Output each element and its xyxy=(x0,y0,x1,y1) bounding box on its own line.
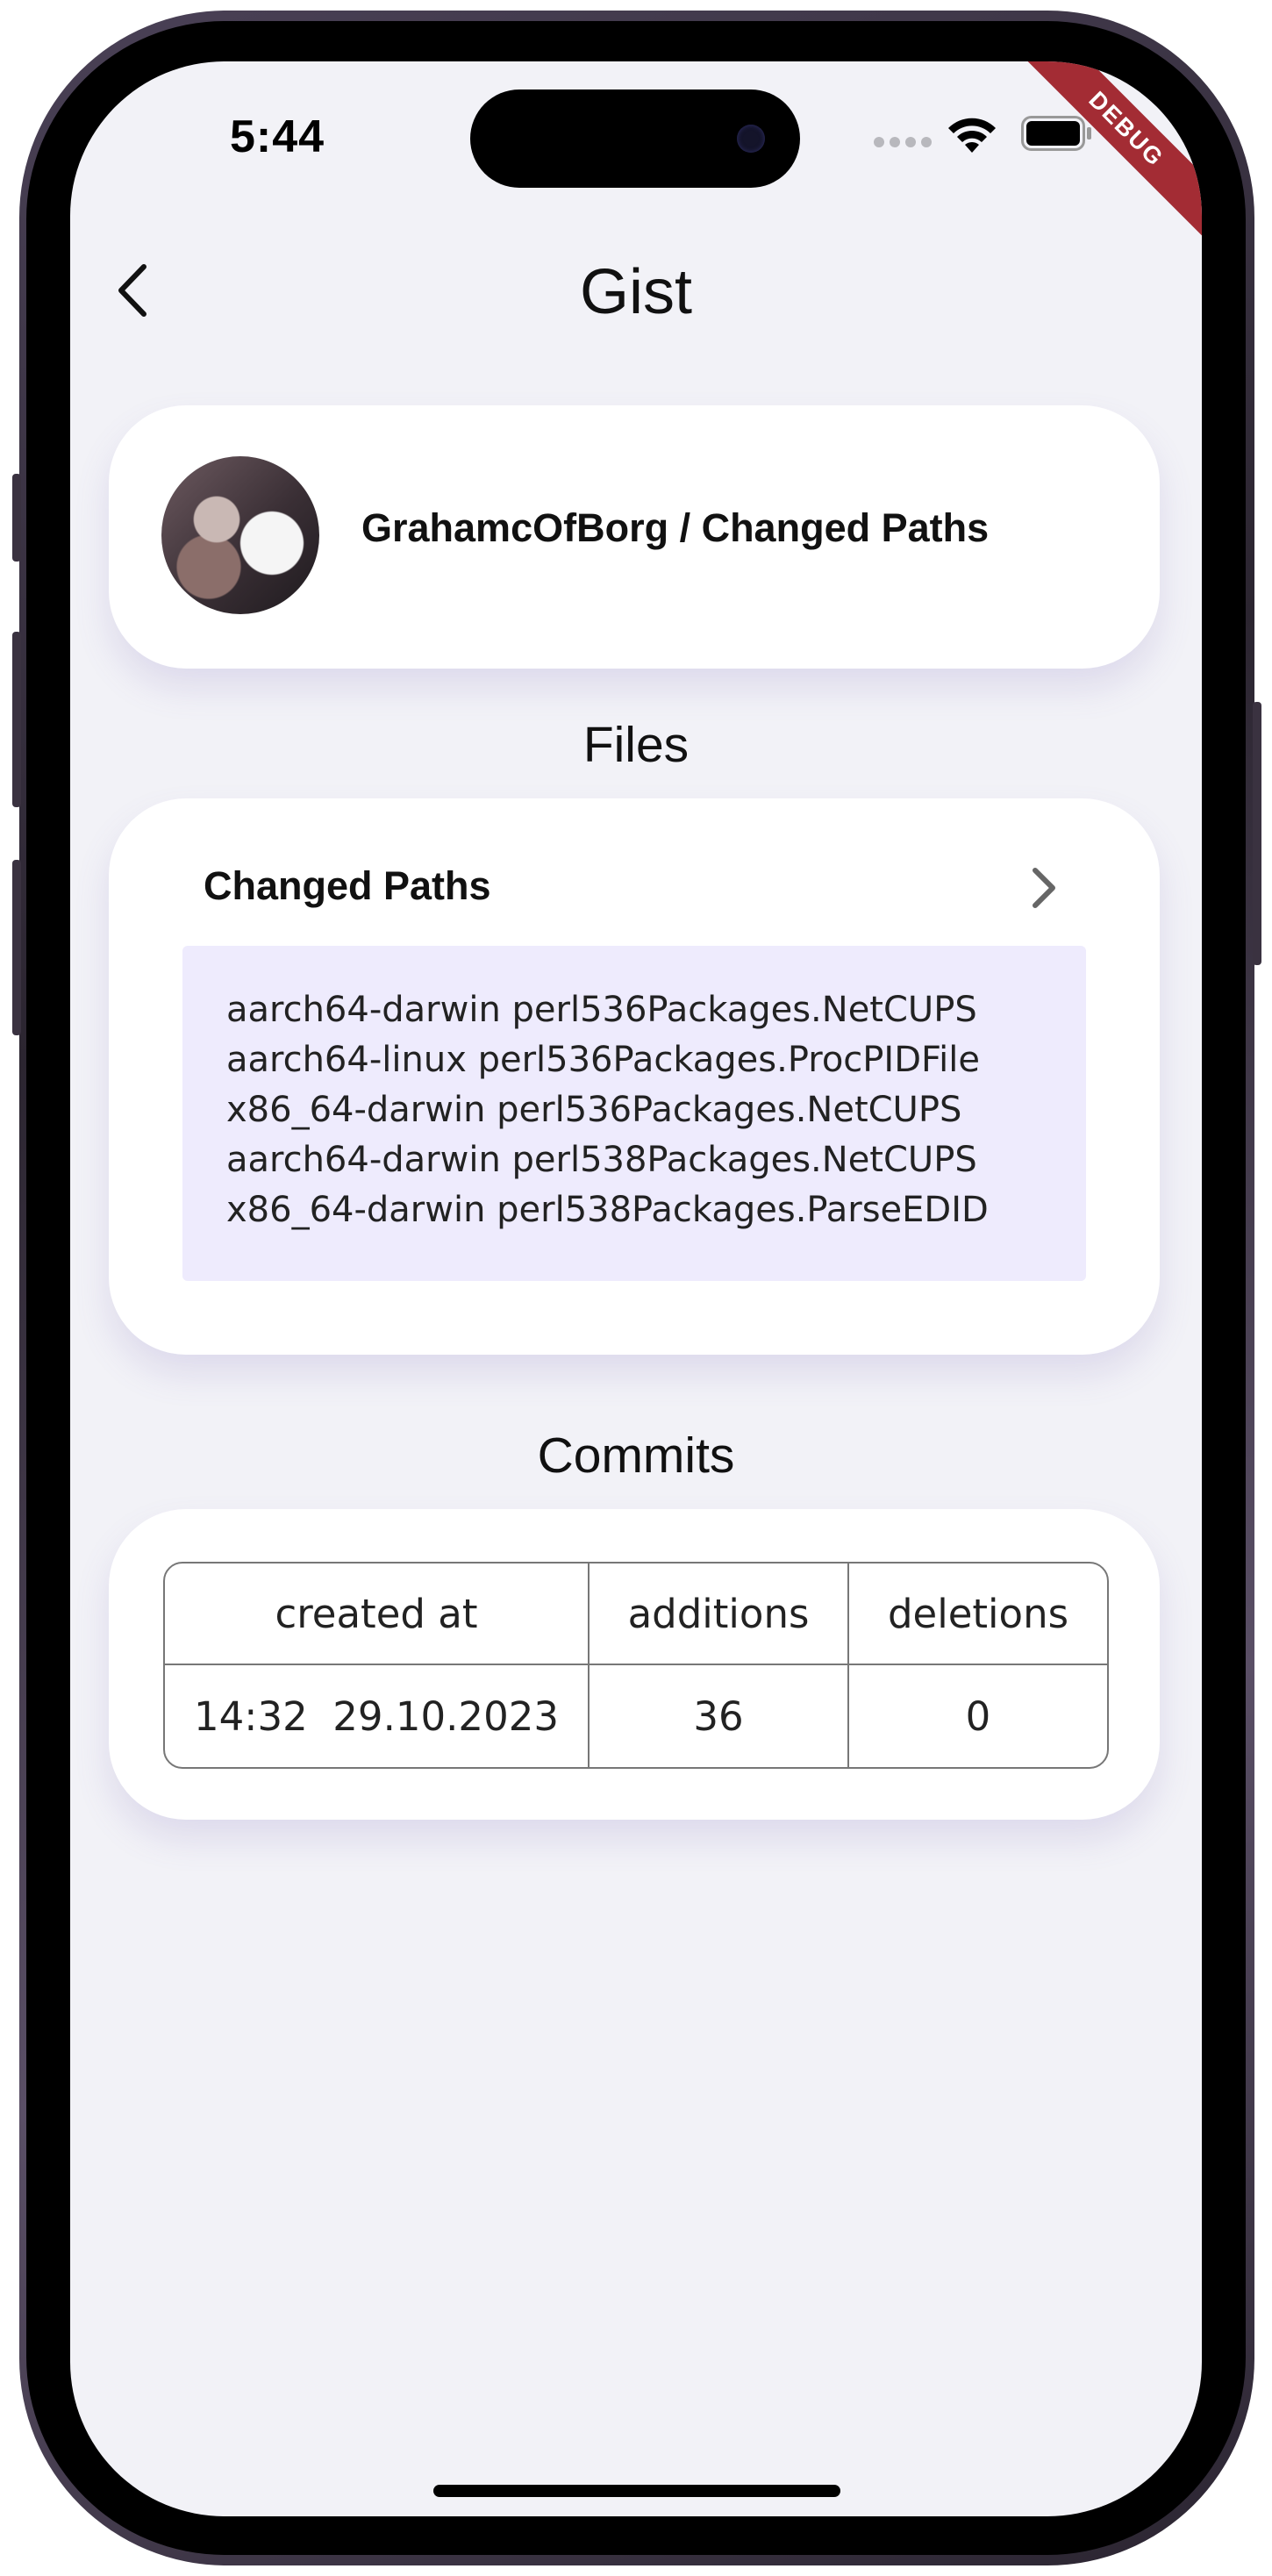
commit-deletions: 0 xyxy=(965,1692,991,1740)
commits-card: created at additions deletions 14:32 29.… xyxy=(109,1509,1160,1820)
volume-up-button xyxy=(12,632,21,807)
wifi-icon xyxy=(948,118,996,153)
column-header-additions: additions xyxy=(627,1590,810,1637)
cellular-signal-icon xyxy=(874,137,932,147)
commits-section-title: Commits xyxy=(537,1428,735,1484)
file-preview-line: x86_64-darwin perl538Packages.ParseEDID xyxy=(226,1190,989,1230)
file-preview-line: x86_64-darwin perl536Packages.NetCUPS xyxy=(226,1090,962,1130)
file-preview: aarch64-darwin perl536Packages.NetCUPS a… xyxy=(182,946,1086,1281)
column-header-created-at: created at xyxy=(275,1590,478,1637)
status-time: 5:44 xyxy=(230,111,325,162)
battery-icon xyxy=(1021,116,1091,151)
avatar xyxy=(161,456,319,614)
file-name: Changed Paths xyxy=(204,863,491,908)
home-indicator[interactable] xyxy=(433,2485,840,2497)
file-preview-line: aarch64-linux perl536Packages.ProcPIDFil… xyxy=(226,1040,980,1080)
file-preview-line: aarch64-darwin perl536Packages.NetCUPS xyxy=(226,990,977,1030)
action-button xyxy=(12,474,21,562)
front-camera xyxy=(737,125,765,153)
file-card[interactable]: Changed Paths aarch64-darwin perl536Pack… xyxy=(109,798,1160,1355)
file-preview-line: aarch64-darwin perl538Packages.NetCUPS xyxy=(226,1140,977,1180)
chevron-right-icon[interactable] xyxy=(1021,863,1065,912)
power-button xyxy=(1253,702,1261,965)
gist-owner-card: GrahamcOfBorg / Changed Paths xyxy=(109,405,1160,669)
gist-heading: GrahamcOfBorg / Changed Paths xyxy=(361,505,990,550)
commit-created-at: 14:32 29.10.2023 xyxy=(194,1692,559,1740)
column-header-deletions: deletions xyxy=(887,1590,1069,1637)
commit-additions: 36 xyxy=(693,1692,744,1740)
dynamic-island xyxy=(470,89,800,188)
commits-table: created at additions deletions 14:32 29.… xyxy=(163,1562,1109,1769)
files-section-title: Files xyxy=(582,717,690,773)
page-title: Gist xyxy=(579,257,692,327)
app-screen: 5:44 DEBUG Gist GrahamcOfBorg / Changed … xyxy=(70,61,1202,2516)
volume-down-button xyxy=(12,860,21,1035)
